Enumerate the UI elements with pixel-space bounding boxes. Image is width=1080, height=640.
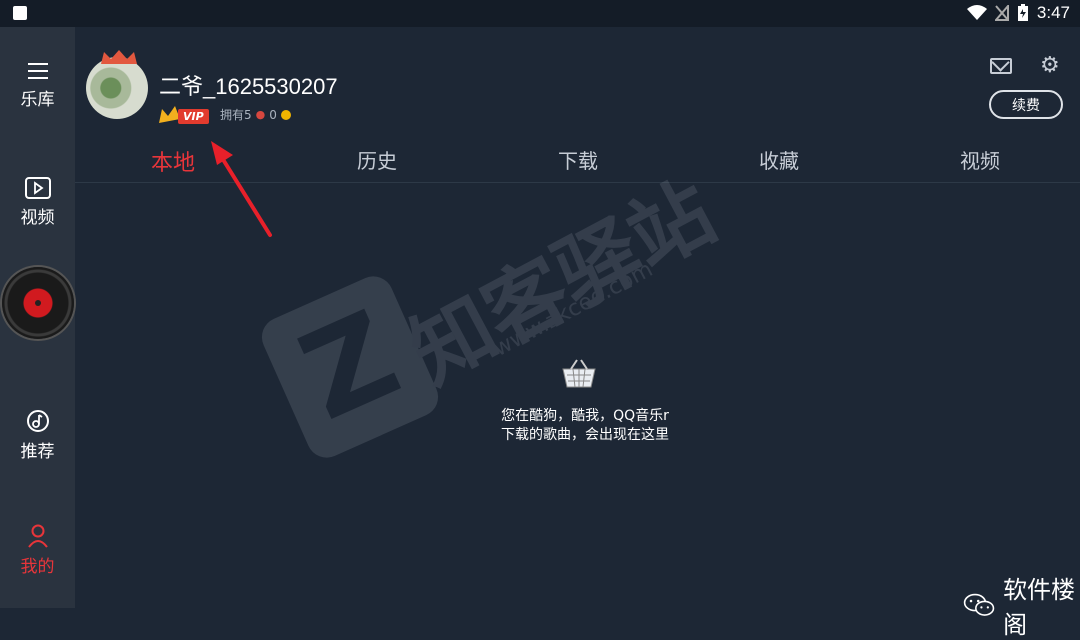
owns-label: 拥有5: [220, 108, 252, 122]
menu-icon: [27, 63, 48, 79]
sidebar-item-label: 乐库: [20, 90, 55, 110]
sidebar-item-library[interactable]: 乐库: [0, 61, 75, 110]
empty-state-line1: 您在酷狗，酷我，QQ音乐r: [501, 408, 669, 424]
clock: 3:47: [1036, 3, 1070, 22]
video-icon: [24, 177, 51, 199]
now-playing-disc[interactable]: [2, 267, 74, 339]
tab-download[interactable]: 下载: [558, 145, 598, 174]
basket-icon: [562, 359, 596, 388]
crown-icon: [101, 50, 137, 64]
empty-state-line2: 下载的歌曲，会出现在这里: [501, 427, 669, 443]
sidebar-item-label: 我的: [20, 557, 55, 577]
red-arrow-annotation: [211, 141, 272, 237]
brand-label: 软件楼阁: [1003, 576, 1076, 639]
gear-icon[interactable]: ⚙: [1040, 55, 1062, 77]
sidebar-item-video[interactable]: 视频: [0, 177, 75, 228]
tab-videos[interactable]: 视频: [960, 145, 1000, 174]
avatar[interactable]: [86, 57, 148, 119]
main-content: 二爷_1625530207 VIP 拥有5 ● 0 ⚙ 续费 本地 历史 下载 …: [75, 27, 1080, 639]
tab-local[interactable]: 本地: [151, 145, 195, 177]
owns-count: 0: [269, 107, 277, 122]
battery-icon: [1017, 4, 1028, 21]
owns-info: 拥有5 ● 0: [220, 106, 291, 123]
coin-icon: [280, 109, 291, 120]
sidebar-item-mine[interactable]: 我的: [0, 524, 75, 577]
mail-icon[interactable]: [990, 58, 1012, 74]
person-icon: [27, 524, 48, 548]
sidebar: 乐库 视频 推荐 我的: [0, 27, 75, 608]
tab-history[interactable]: 历史: [357, 145, 397, 174]
sidebar-item-label: 推荐: [20, 442, 55, 462]
empty-state-message: 您在酷狗，酷我，QQ音乐r 下载的歌曲，会出现在这里: [455, 407, 715, 445]
wifi-icon: [966, 5, 987, 20]
sidebar-item-label: 视频: [20, 208, 55, 228]
tab-favorites[interactable]: 收藏: [759, 145, 799, 174]
renew-button[interactable]: 续费: [989, 90, 1063, 119]
watermark-url: www.zkcee.com: [489, 257, 657, 362]
watermark: Z 知客驿站 www.zkcee.com: [255, 147, 835, 507]
status-bar: 3:47: [0, 0, 1080, 27]
status-right: 3:47: [966, 3, 1070, 23]
brand-footer: 软件楼阁: [963, 570, 1080, 640]
location-pin-icon: ●: [255, 108, 266, 121]
username: 二爷_1625530207: [159, 74, 338, 99]
sidebar-item-recommend[interactable]: 推荐: [0, 409, 75, 462]
app-notification-icon: [13, 6, 27, 20]
music-note-icon: [26, 410, 49, 432]
watermark-logo: Z: [255, 270, 445, 464]
no-signal-icon: [994, 5, 1009, 21]
vip-badge: VIP: [178, 109, 209, 124]
wechat-icon: [963, 593, 995, 616]
